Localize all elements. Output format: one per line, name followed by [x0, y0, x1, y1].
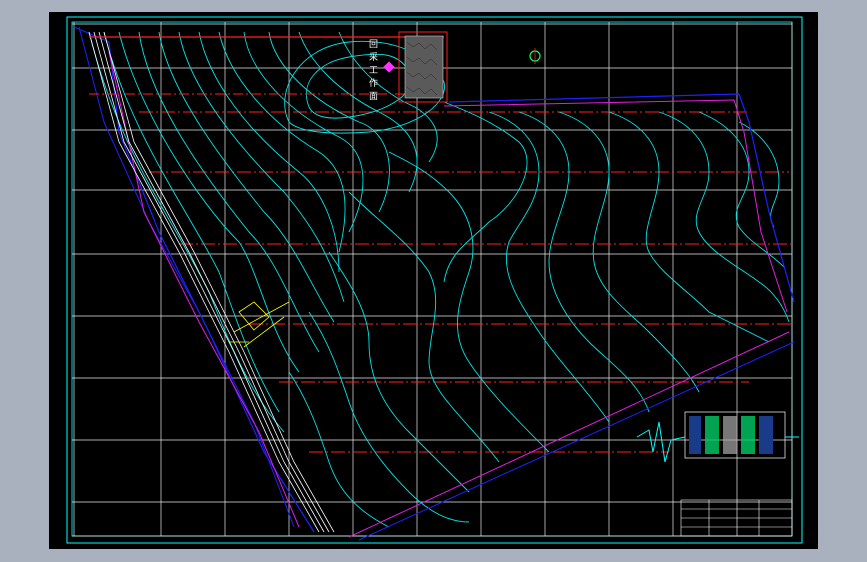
facility-label-char: 采 — [369, 52, 378, 63]
working-face-label: 回采工作面 — [369, 39, 378, 102]
contour-lines — [88, 31, 790, 528]
mine-plan-drawing: 回采工作面 — [66, 16, 803, 544]
title-block — [680, 499, 793, 537]
panel-boundary-west — [73, 26, 315, 533]
legend-table — [636, 411, 799, 463]
panel-boundary-magenta-north — [443, 99, 788, 313]
survey-point-icon — [383, 61, 395, 73]
facility-label-char: 回 — [369, 39, 378, 50]
facility-label-char: 工 — [369, 66, 378, 76]
facility-label-char: 作 — [369, 77, 378, 89]
facility-label-char: 面 — [369, 91, 378, 102]
main-roadways — [88, 31, 335, 533]
drawing-sheet: 回采工作面 — [49, 12, 818, 549]
roadway-lines — [139, 111, 794, 453]
cad-viewport[interactable]: 回采工作面 — [0, 0, 867, 562]
working-face-room — [398, 31, 448, 103]
